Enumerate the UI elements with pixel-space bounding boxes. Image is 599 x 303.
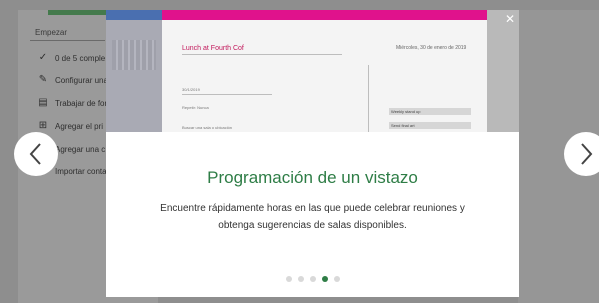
chevron-right-icon xyxy=(581,143,593,165)
previous-button[interactable] xyxy=(14,132,58,176)
preview-window xyxy=(162,20,487,132)
onboarding-dialog: Lunch at Fourth Cof Miércoles, 30 de ene… xyxy=(106,10,519,297)
preview-event-block: Weekly stand up xyxy=(389,108,471,115)
feature-preview-image: Lunch at Fourth Cof Miércoles, 30 de ene… xyxy=(106,10,519,132)
document-icon: ▤ xyxy=(38,97,48,108)
background-item-label: Agregar el pri xyxy=(55,121,104,131)
background-item-configure: ✎ Configurar una xyxy=(37,73,108,87)
pagination-dots xyxy=(106,276,519,282)
document-edit-icon: ✎ xyxy=(38,74,48,85)
calendar-add-icon: ⊞ xyxy=(38,120,48,131)
preview-mini-calendar xyxy=(112,40,156,70)
preview-divider xyxy=(182,94,272,95)
preview-field-location: Buscar una sala o ubicación xyxy=(182,125,233,130)
background-item-add-first: ⊞ Agregar el pri xyxy=(37,119,103,133)
close-icon[interactable]: ✕ xyxy=(503,12,517,26)
dialog-description: Encuentre rápidamente horas en las que p… xyxy=(160,203,465,231)
preview-event-block: Send final art xyxy=(389,122,471,129)
page-dot-active[interactable] xyxy=(321,276,328,282)
background-item-progress: ✓ 0 de 5 comple xyxy=(37,51,105,65)
preview-field-repeat: Repetir: Nunca xyxy=(182,105,209,110)
background-item-label: 0 de 5 comple xyxy=(55,53,106,63)
page-dot[interactable] xyxy=(333,276,340,282)
background-item-label: Importar conta xyxy=(55,166,107,176)
page-dot[interactable] xyxy=(309,276,316,282)
background-accent-bar xyxy=(48,10,108,15)
background-item-work: ▤ Trabajar de for xyxy=(37,96,107,110)
background-item-label: Configurar una xyxy=(55,75,108,85)
page-dot[interactable] xyxy=(285,276,292,282)
dialog-title: Programación de un vistazo xyxy=(207,168,418,187)
preview-event-title: Lunch at Fourth Cof xyxy=(182,45,244,52)
preview-divider xyxy=(368,65,369,132)
preview-right-edge xyxy=(487,10,519,132)
preview-divider xyxy=(182,54,342,55)
background-divider xyxy=(30,40,105,41)
background-item-label: Trabajar de for xyxy=(55,98,108,108)
preview-title-bar xyxy=(162,10,487,20)
preview-calendar-pane xyxy=(106,10,162,132)
preview-field-time: 30/1/2019 xyxy=(182,87,200,92)
page-dot[interactable] xyxy=(297,276,304,282)
background-title: Empezar xyxy=(35,28,68,37)
background-item-label: Agregar una c xyxy=(55,144,106,154)
preview-calendar-header xyxy=(106,10,162,20)
check-icon: ✓ xyxy=(38,52,48,63)
chevron-left-icon xyxy=(29,143,41,165)
preview-date: Miércoles, 30 de enero de 2019 xyxy=(396,45,467,51)
